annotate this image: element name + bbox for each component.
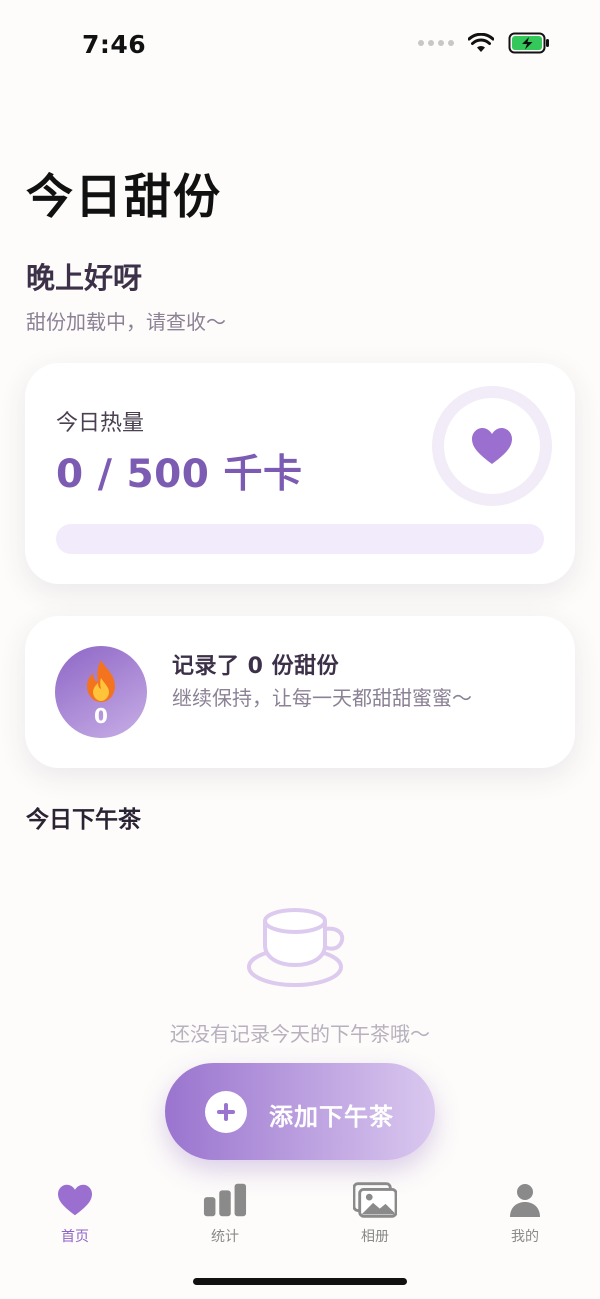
calorie-value: 0 / 500 千卡: [56, 452, 303, 497]
streak-badge: 0: [55, 646, 147, 738]
streak-title: 记录了 0 份甜份: [172, 654, 340, 679]
person-icon: [503, 1182, 547, 1218]
page-title: 今日甜份: [26, 170, 222, 225]
cellular-signal-icon: [418, 40, 454, 46]
status-bar: 7:46: [0, 0, 600, 90]
empty-state-text: 还没有记录今天的下午茶哦～: [170, 1022, 430, 1046]
status-time: 7:46: [82, 30, 147, 59]
heart-icon: [53, 1182, 97, 1218]
battery-charging-icon: [508, 32, 549, 54]
sub-greeting-text: 甜份加载中，请查收～: [26, 310, 226, 334]
wifi-icon: [468, 33, 494, 52]
streak-description: 继续保持，让每一天都甜甜蜜蜜～: [172, 686, 472, 710]
bar-chart-icon: [203, 1182, 247, 1218]
tab-label: 相册: [361, 1229, 389, 1245]
status-icons: [418, 32, 550, 54]
tab-profile[interactable]: 我的: [450, 1178, 600, 1258]
calorie-card[interactable]: 今日热量 0 / 500 千卡: [25, 363, 575, 584]
flame-icon: [87, 660, 115, 702]
tab-album[interactable]: 相册: [300, 1178, 450, 1258]
tab-statistics[interactable]: 统计: [150, 1178, 300, 1258]
teacup-icon: [247, 908, 345, 987]
tab-label: 统计: [211, 1229, 239, 1245]
streak-card[interactable]: 0 记录了 0 份甜份 继续保持，让每一天都甜甜蜜蜜～: [25, 616, 575, 768]
tab-label: 首页: [61, 1229, 89, 1245]
tab-bar: 首页 统计 相册 我的: [0, 1178, 600, 1258]
greeting-text: 晚上好呀: [26, 261, 143, 295]
home-screen: 7:46 今日甜份 晚上好呀 甜份加载中，请查收～ 今日热量 0 / 500 千…: [0, 0, 600, 1299]
streak-count: 0: [94, 704, 108, 728]
home-indicator[interactable]: [193, 1278, 407, 1285]
add-button-label: 添加下午茶: [269, 1103, 394, 1131]
tab-label: 我的: [511, 1229, 539, 1245]
calorie-label: 今日热量: [56, 411, 145, 436]
afternoon-tea-section-title: 今日下午茶: [26, 807, 141, 833]
heart-icon: [472, 428, 512, 464]
tab-home[interactable]: 首页: [0, 1178, 150, 1258]
calorie-ring: [432, 386, 552, 506]
photo-album-icon: [353, 1182, 397, 1218]
plus-icon: [205, 1091, 247, 1133]
add-afternoon-tea-button[interactable]: 添加下午茶: [165, 1063, 435, 1160]
calorie-progress-bar: [56, 524, 544, 554]
